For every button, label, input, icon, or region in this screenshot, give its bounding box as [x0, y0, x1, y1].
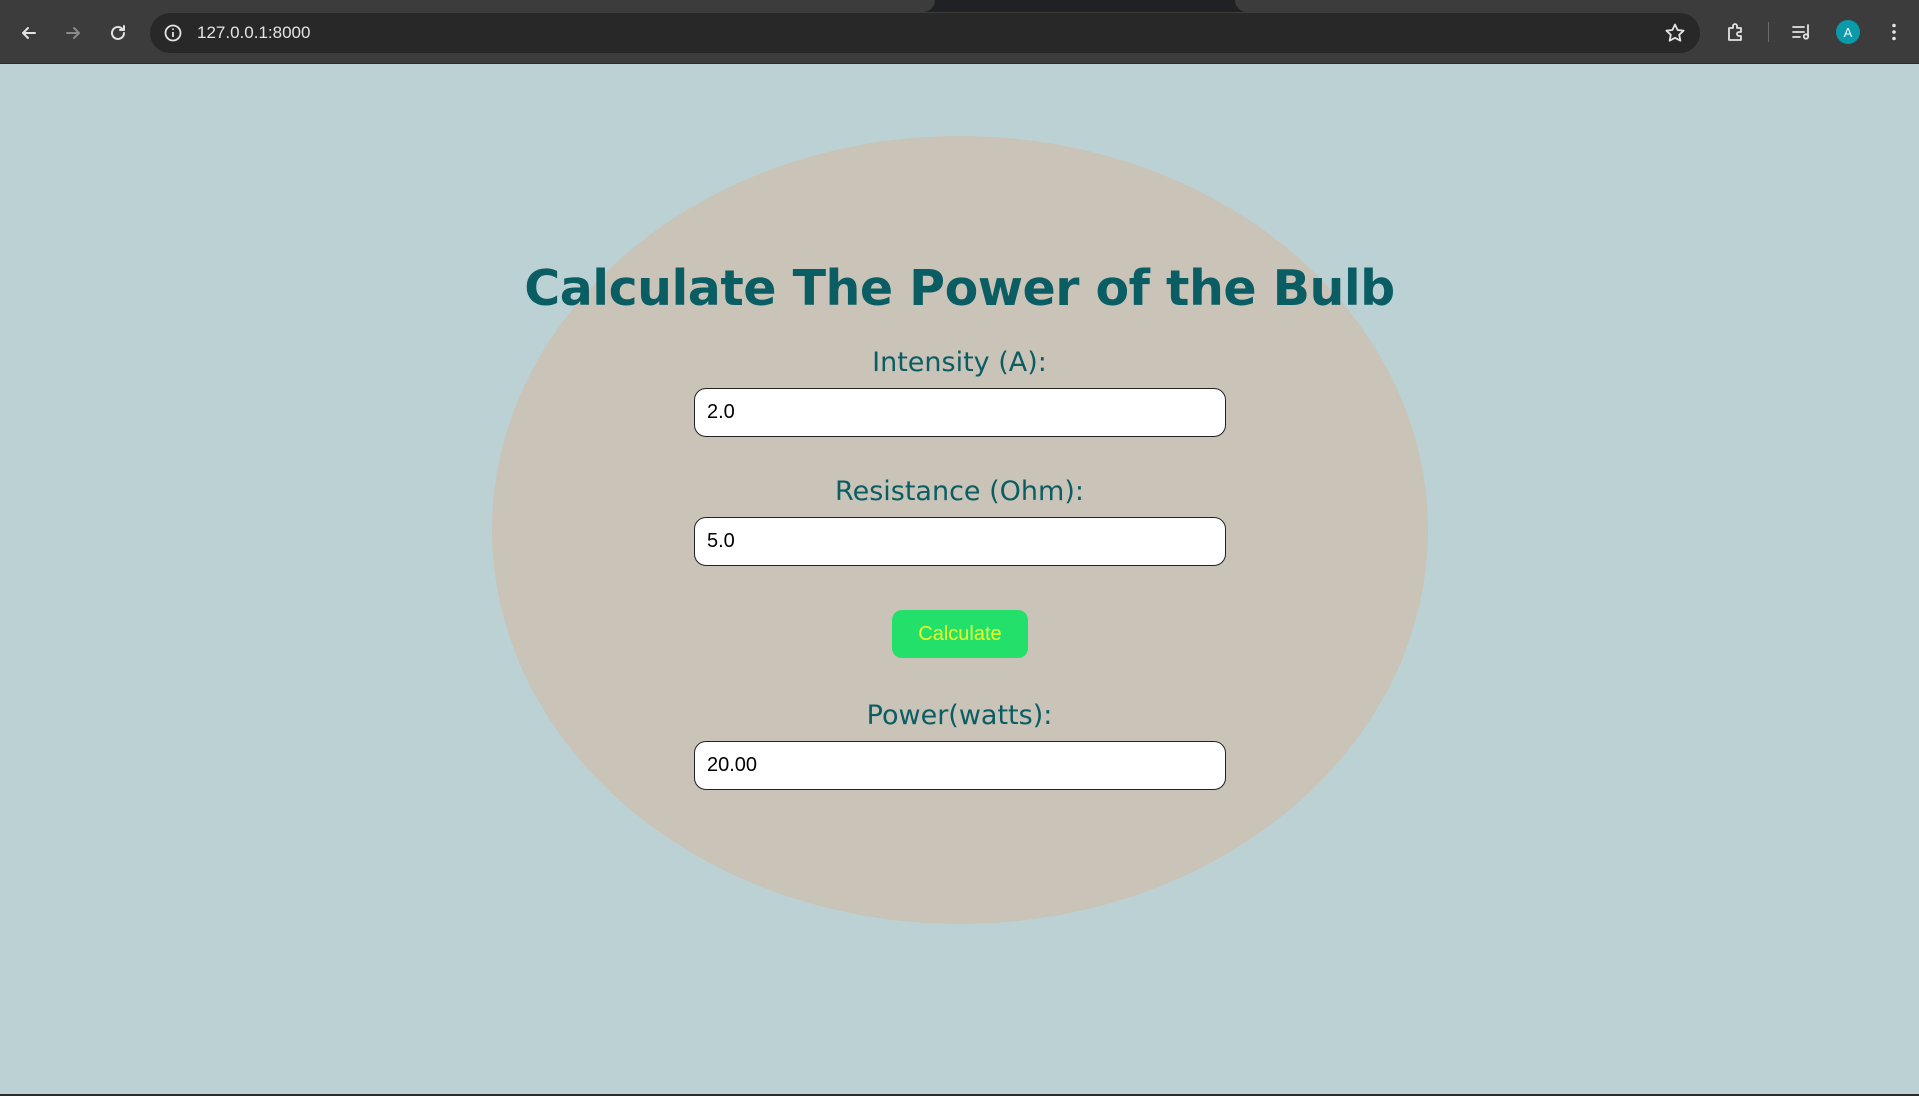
site-info-icon[interactable] [163, 23, 183, 43]
resistance-label: Resistance (Ohm): [835, 476, 1084, 507]
power-label: Power(watts): [866, 700, 1053, 731]
back-arrow-icon[interactable] [14, 18, 44, 48]
kebab-menu-icon[interactable] [1882, 20, 1906, 44]
url-text[interactable]: 127.0.0.1:8000 [197, 23, 310, 43]
star-icon[interactable] [1664, 22, 1686, 44]
puzzle-icon[interactable] [1724, 20, 1748, 44]
avatar[interactable]: A [1836, 20, 1860, 44]
calculate-button[interactable]: Calculate [892, 610, 1028, 658]
toolbar-divider [1768, 22, 1769, 42]
forward-arrow-icon[interactable] [58, 18, 88, 48]
power-output-field[interactable] [694, 741, 1226, 790]
browser-toolbar: 127.0.0.1:8000 A [0, 0, 1919, 64]
tab-strip [0, 0, 1919, 12]
address-bar[interactable]: 127.0.0.1:8000 [150, 13, 1700, 53]
active-tab[interactable] [0, 0, 935, 12]
page-content: Calculate The Power of the Bulb Intensit… [0, 64, 1919, 1096]
reload-icon[interactable] [103, 18, 133, 48]
intensity-label: Intensity (A): [872, 347, 1047, 378]
page-title: Calculate The Power of the Bulb [524, 260, 1395, 317]
resistance-input[interactable] [694, 517, 1226, 566]
inactive-tab[interactable] [1235, 0, 1919, 12]
media-queue-icon[interactable] [1790, 20, 1814, 44]
intensity-input[interactable] [694, 388, 1226, 437]
